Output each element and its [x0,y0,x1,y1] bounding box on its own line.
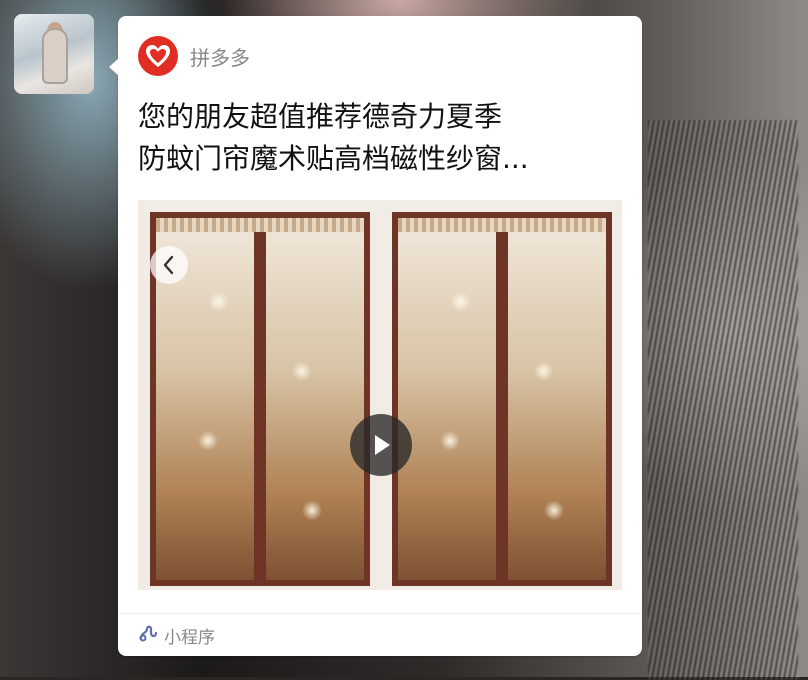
curtain-valance [156,218,364,232]
mini-program-icon [138,623,158,647]
mini-program-label: 小程序 [164,627,215,648]
card-title: 您的朋友超值推荐德奇力夏季 防蚊门帘魔术贴高档磁性纱窗... [138,96,618,180]
app-header: 拼多多 [138,36,250,76]
curtain-valance [398,218,606,232]
chevron-left-icon[interactable] [150,246,188,284]
title-line-2: 防蚊门帘魔术贴高档磁性纱窗... [138,142,529,175]
app-name: 拼多多 [190,45,250,70]
curtain-decoration [156,232,364,580]
product-image[interactable] [138,200,622,590]
avatar-figure [42,28,68,84]
title-line-1: 您的朋友超值推荐德奇力夏季 [138,100,503,133]
mini-program-card[interactable]: 拼多多 您的朋友超值推荐德奇力夏季 防蚊门帘魔术贴高档磁性纱窗... 小程序 [109,16,642,656]
background-photo-detail [648,120,798,680]
avatar[interactable] [14,14,94,94]
play-icon[interactable] [350,414,412,476]
pinduoduo-logo [138,36,178,76]
curtain-decoration [398,232,606,580]
door-curtain-right [392,212,612,586]
mini-program-footer: 小程序 [118,613,642,656]
